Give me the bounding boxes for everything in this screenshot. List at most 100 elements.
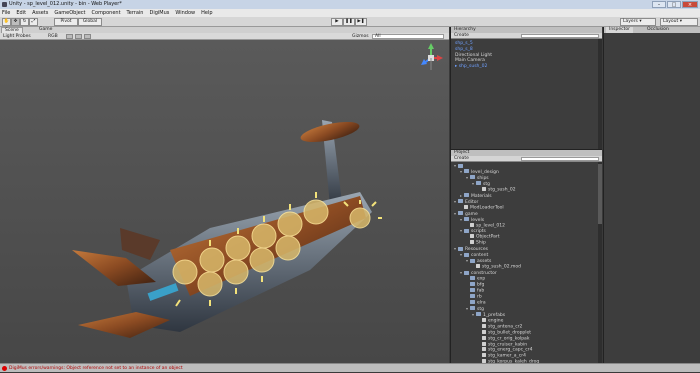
hierarchy-panel: Hierarchy Create shp_s_5 shp_s_8 Direction… xyxy=(450,27,602,149)
hierarchy-title: Hierarchy xyxy=(454,27,476,32)
project-item-label: Ship xyxy=(476,240,486,246)
project-title: Project xyxy=(454,150,470,155)
scale-tool-icon[interactable]: ⤢ xyxy=(29,18,38,26)
scene-search-input[interactable]: All xyxy=(372,34,444,39)
hierarchy-scrollbar[interactable] xyxy=(598,39,602,149)
status-bar[interactable]: DigiMus errors/warnings: Object referenc… xyxy=(0,363,700,372)
project-item-label: ObjectPart xyxy=(476,234,500,240)
file-icon xyxy=(482,347,486,352)
menu-window[interactable]: Window xyxy=(175,10,195,16)
file-icon xyxy=(470,222,474,227)
tab-occlusion[interactable]: Occlusion xyxy=(644,27,672,33)
file-icon xyxy=(482,317,486,322)
hierarchy-item-label: shp_sush_02 xyxy=(458,64,488,70)
close-button[interactable]: × xyxy=(682,1,698,8)
project-item-label: stg_energ_capc_cr4 xyxy=(488,347,533,353)
hierarchy-item[interactable]: shp_s_5 xyxy=(455,41,473,47)
tab-inspector[interactable]: Inspector xyxy=(606,27,633,33)
menu-component[interactable]: Component xyxy=(92,10,121,16)
hierarchy-item-label: Directional Light xyxy=(455,52,492,58)
folder-icon xyxy=(470,282,475,286)
error-icon xyxy=(2,366,7,371)
menu-help[interactable]: Help xyxy=(201,10,212,16)
hierarchy-item-label: Main Camera xyxy=(455,58,485,64)
scene-lighting-toggle[interactable] xyxy=(66,34,73,39)
minimize-button[interactable]: – xyxy=(652,1,666,8)
project-item-label: stg_cr_orig_kolpak xyxy=(488,336,530,342)
window-title-bar: Unity - sp_level_012.unity - bin - Web P… xyxy=(0,0,700,9)
move-tool-icon[interactable]: ✥ xyxy=(11,18,20,26)
menu-terrain[interactable]: Terrain xyxy=(127,10,144,16)
hierarchy-create-button[interactable]: Create xyxy=(454,33,469,38)
hand-tool-icon[interactable]: ✋ xyxy=(2,18,11,26)
project-search-input[interactable] xyxy=(521,157,599,161)
project-item-label: fab xyxy=(477,288,485,294)
scene-viewport[interactable] xyxy=(0,40,449,363)
layers-label: Layers xyxy=(623,19,638,24)
tab-game-label: Game xyxy=(39,27,53,32)
file-icon xyxy=(482,335,486,340)
layout-label: Layout xyxy=(663,19,679,24)
file-icon xyxy=(476,264,480,269)
file-icon xyxy=(482,353,486,358)
draw-mode-dropdown[interactable]: RGB xyxy=(48,33,58,40)
layout-dropdown[interactable]: Layout ▾ xyxy=(660,18,698,26)
pause-button[interactable]: ❚❚ xyxy=(343,18,355,26)
file-icon xyxy=(482,186,486,191)
menu-edit[interactable]: Edit xyxy=(16,10,26,16)
file-icon xyxy=(482,329,486,334)
rotate-tool-icon[interactable]: ↻ xyxy=(20,18,29,26)
render-mode-dropdown[interactable]: Light Probes xyxy=(3,33,31,40)
hierarchy-toolbar: Create xyxy=(451,33,602,39)
menu-digimus[interactable]: DigiMus xyxy=(149,10,169,16)
global-toggle[interactable]: Global xyxy=(78,18,102,26)
hierarchy-item[interactable]: ▸ shp_sush_02 xyxy=(455,64,487,70)
folder-icon xyxy=(464,270,469,275)
project-item-label: exp xyxy=(477,276,486,282)
pivot-label: Pivot xyxy=(60,19,72,24)
status-message: DigiMus errors/warnings: Object referenc… xyxy=(9,366,183,371)
inspector-tab-row: Inspector Occlusion xyxy=(604,27,700,33)
project-item-label: bfg xyxy=(477,282,485,288)
folder-icon xyxy=(458,163,463,168)
menu-file[interactable]: File xyxy=(2,10,10,16)
folder-icon xyxy=(470,293,475,298)
menu-bar: File Edit Assets GameObject Component Te… xyxy=(0,9,700,17)
folder-icon xyxy=(470,287,475,292)
file-icon xyxy=(470,234,474,239)
project-item-label: stg_cruiser_kabin xyxy=(488,342,528,347)
project-scroll-thumb[interactable] xyxy=(598,164,602,224)
menu-gameobject[interactable]: GameObject xyxy=(54,10,85,16)
gizmos-dropdown[interactable]: Gizmos xyxy=(352,33,369,40)
window-title: Unity - sp_level_012.unity - bin - Web P… xyxy=(9,1,122,7)
folder-icon xyxy=(458,246,463,251)
main-toolbar: ✋ ✥ ↻ ⤢ Pivot Global ▶ ❚❚ ▶❚ Layers ▾ La… xyxy=(0,17,700,27)
play-button[interactable]: ▶ xyxy=(331,18,343,26)
folder-icon xyxy=(476,312,481,317)
spaceship-model[interactable] xyxy=(60,100,400,345)
hierarchy-item[interactable]: shp_s_8 xyxy=(455,47,473,53)
pivot-toggle[interactable]: Pivot xyxy=(54,18,78,26)
tab-occlusion-label: Occlusion xyxy=(647,27,669,32)
scene-control-bar: Light Probes RGB Gizmos All xyxy=(0,33,449,40)
scene-audio-toggle[interactable] xyxy=(84,34,91,39)
step-button[interactable]: ▶❚ xyxy=(355,18,367,26)
menu-assets[interactable]: Assets xyxy=(32,10,48,16)
folder-icon xyxy=(464,169,469,174)
scene-fx-toggle[interactable] xyxy=(75,34,82,39)
layers-dropdown[interactable]: Layers ▾ xyxy=(620,18,656,26)
project-item-label: stg_antena_cr2 xyxy=(488,324,523,330)
project-item-label: stg_sush_02.mod xyxy=(482,264,522,270)
orientation-gizmo[interactable] xyxy=(418,42,444,74)
folder-icon xyxy=(470,306,475,311)
file-icon xyxy=(482,323,486,328)
project-item-label: engine xyxy=(488,318,504,324)
project-create-button[interactable]: Create xyxy=(454,156,469,161)
project-item-label: ModLoaderTool xyxy=(470,205,504,211)
maximize-button[interactable]: □ xyxy=(667,1,681,8)
hierarchy-search-input[interactable] xyxy=(521,34,599,38)
project-panel: Project Create ▾ ▾ level_design ▾ ships ▾ stg s… xyxy=(450,149,602,365)
file-icon xyxy=(470,240,474,245)
project-scrollbar[interactable] xyxy=(598,162,602,364)
folder-icon xyxy=(464,217,469,222)
